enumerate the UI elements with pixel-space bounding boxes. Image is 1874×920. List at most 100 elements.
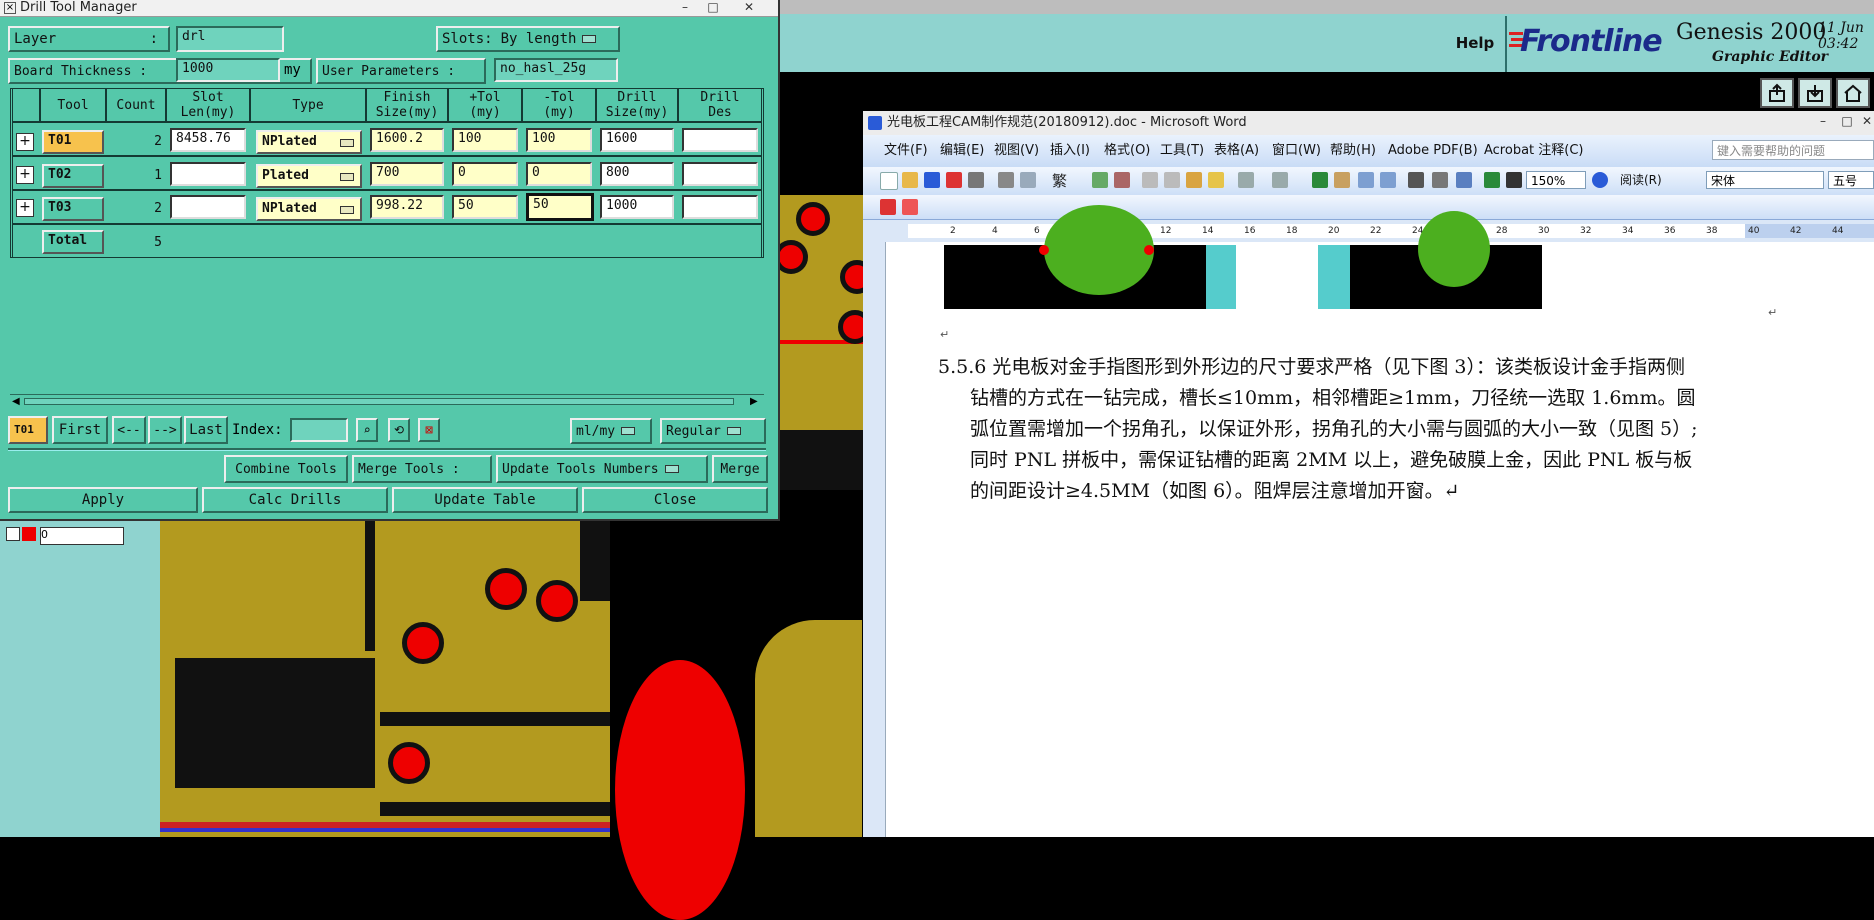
layer-input[interactable]: drl [176,26,284,52]
drill-size-input[interactable]: 800 [600,162,674,186]
layer-value-field[interactable]: 0 [40,527,124,545]
hyperlink-icon[interactable] [1312,172,1328,188]
help-search-input[interactable]: 键入需要帮助的问题 [1712,140,1874,160]
drill-des-input[interactable] [682,162,758,186]
save-icon[interactable] [924,172,940,188]
tables-borders-icon[interactable] [1334,172,1350,188]
minus-tol-input[interactable]: 100 [526,128,592,152]
print-icon[interactable] [968,172,984,188]
undo-icon[interactable] [1238,172,1254,188]
type-dropdown[interactable]: Plated [256,164,362,188]
finish-size-input[interactable]: 700 [370,162,444,186]
calc-drills-button[interactable]: Calc Drills [202,487,388,513]
research-icon[interactable] [1092,172,1108,188]
last-button[interactable]: Last [184,416,228,444]
cut-icon[interactable] [1142,172,1158,188]
refresh-icon[interactable]: ⟲ [388,418,410,442]
slot-len-input[interactable] [170,162,246,186]
type-dropdown[interactable]: NPlated [256,130,362,154]
permission-icon[interactable] [946,172,962,188]
first-button[interactable]: First [52,416,108,444]
menu-help[interactable]: 帮助(H) [1330,135,1376,167]
merge-button[interactable]: Merge [712,455,768,483]
horizontal-scrollbar[interactable]: ◀ ▶ [10,394,764,409]
minimize-icon[interactable]: – [674,0,696,14]
combine-tools-button[interactable]: Combine Tools [224,455,348,483]
type-dropdown[interactable]: NPlated [256,197,362,221]
drill-size-input[interactable]: 1600 [600,128,674,152]
minus-tol-input[interactable]: 50 [526,193,594,221]
show-hide-icon[interactable] [1506,172,1522,188]
font-size-select[interactable]: 五号 [1828,171,1874,189]
pdf-email-icon[interactable] [902,199,918,215]
traditional-chinese-icon[interactable]: 繁 [1052,170,1067,191]
style-dropdown[interactable]: Regular [660,418,766,444]
help-button[interactable]: Help [1445,28,1505,58]
scroll-left-icon[interactable]: ◀ [12,397,20,407]
close-button[interactable]: Close [582,487,768,513]
board-thickness-input[interactable]: 1000 [176,58,280,82]
copy-icon[interactable] [1164,172,1180,188]
close-icon[interactable]: ✕ [738,0,760,14]
units-dropdown[interactable]: ml/my [570,418,652,444]
find-icon[interactable] [1114,172,1130,188]
menu-file[interactable]: 文件(F) [884,135,928,167]
menu-tools[interactable]: 工具(T) [1160,135,1204,167]
menu-adobe-pdf[interactable]: Adobe PDF(B) [1388,135,1478,167]
open-folder-icon[interactable] [902,172,918,188]
new-document-icon[interactable] [880,172,898,190]
zoom-select[interactable]: 150% [1526,171,1586,189]
drawing-icon[interactable] [1432,172,1448,188]
home-icon[interactable] [1836,78,1870,108]
drill-des-input[interactable] [682,128,758,152]
index-input[interactable] [290,418,348,442]
spelling-icon[interactable] [1020,172,1036,188]
menu-acrobat-comments[interactable]: Acrobat 注释(C) [1484,135,1584,167]
tool-cell[interactable]: T01 [42,130,104,154]
plus-tol-input[interactable]: 0 [452,162,518,186]
drill-size-input[interactable]: 1000 [600,195,674,219]
clear-icon[interactable]: ⊠ [418,418,440,442]
slot-len-input[interactable]: 8458.76 [170,128,246,152]
read-mode-button[interactable]: 阅读(R) [1620,170,1662,190]
scrollbar-thumb[interactable] [24,398,734,405]
document-map-icon[interactable] [1456,172,1472,188]
update-table-button[interactable]: Update Table [392,487,578,513]
tool-cell[interactable]: T03 [42,197,104,221]
maximize-icon[interactable]: □ [1836,114,1858,128]
finish-size-input[interactable]: 998.22 [370,195,444,219]
maximize-icon[interactable]: □ [702,0,724,14]
minus-tol-input[interactable]: 0 [526,162,592,186]
close-icon[interactable]: ✕ [1856,114,1874,128]
window-menu-icon[interactable]: × [4,2,16,14]
print-preview-icon[interactable] [998,172,1014,188]
document-page[interactable] [886,242,1874,837]
redo-icon[interactable] [1272,172,1288,188]
scroll-right-icon[interactable]: ▶ [750,397,758,407]
next-button[interactable]: --> [148,416,182,444]
finish-size-input[interactable]: 1600.2 [370,128,444,152]
menu-format[interactable]: 格式(O) [1104,135,1150,167]
update-tools-numbers-dropdown[interactable]: Update Tools Numbers [496,455,708,483]
expand-row-icon[interactable]: + [16,166,34,184]
export-icon[interactable] [1760,78,1794,108]
help-icon[interactable] [1592,172,1608,188]
user-parameters-input[interactable]: no_hasl_25g [494,58,618,82]
font-name-select[interactable]: 宋体 [1706,171,1824,189]
minimize-icon[interactable]: – [1812,114,1834,128]
slots-dropdown[interactable]: Slots: By length [436,26,620,52]
prev-button[interactable]: <-- [112,416,146,444]
drill-des-input[interactable] [682,195,758,219]
menu-view[interactable]: 视图(V) [994,135,1039,167]
convert-to-pdf-icon[interactable] [880,199,896,215]
search-icon[interactable]: ⌕ [356,418,378,442]
menu-insert[interactable]: 插入(I) [1050,135,1090,167]
menu-edit[interactable]: 编辑(E) [940,135,984,167]
tool-cell[interactable]: T02 [42,164,104,188]
insert-excel-icon[interactable] [1380,172,1396,188]
thumbnails-icon[interactable] [1484,172,1500,188]
paste-icon[interactable] [1186,172,1202,188]
plus-tol-input[interactable]: 100 [452,128,518,152]
menu-table[interactable]: 表格(A) [1214,135,1259,167]
layer-checkbox[interactable] [6,527,20,541]
